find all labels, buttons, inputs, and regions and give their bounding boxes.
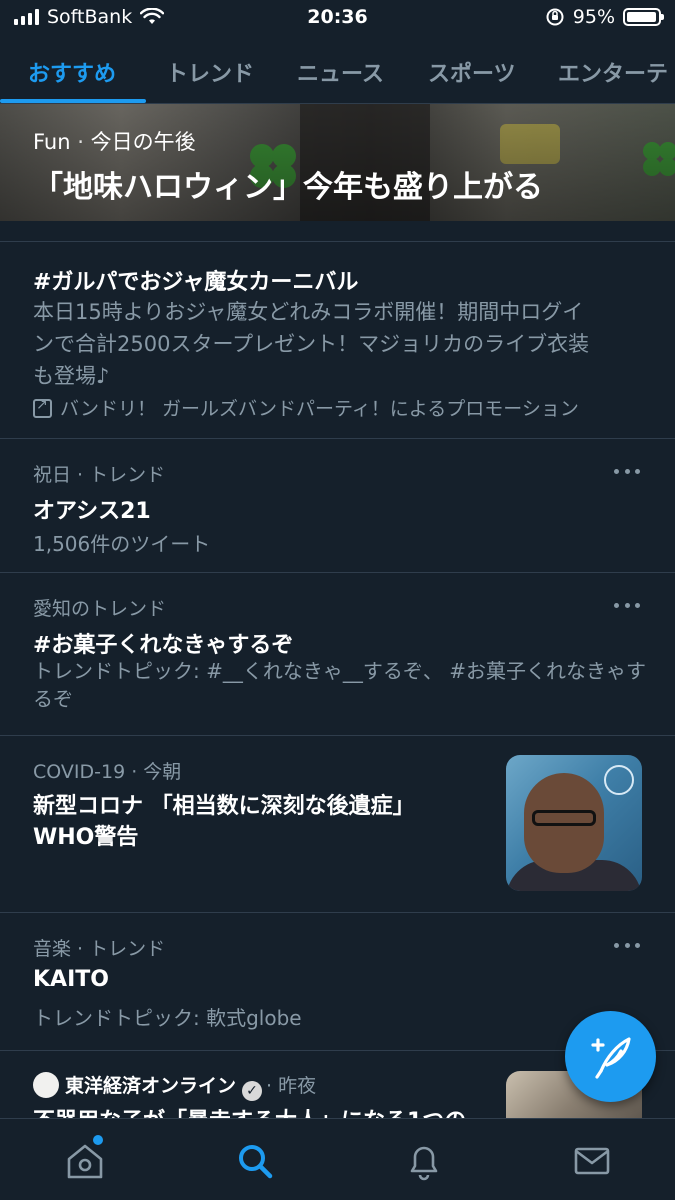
new-content-dot: [93, 1135, 103, 1145]
separator-dot: ·: [77, 130, 91, 154]
story-time: 昨夜: [278, 1075, 317, 1097]
active-tab-indicator: [0, 99, 146, 103]
promo-description-line: も登場♪: [33, 364, 110, 388]
status-bar: SoftBank 20:36 95%: [0, 0, 675, 34]
orientation-lock-icon: [546, 8, 564, 26]
promo-sponsor-text: バンドリ！ ガールズバンドパーティ！によるプロモーション: [60, 398, 579, 420]
battery-percent: 95%: [572, 6, 615, 28]
bottom-navigation: [0, 1118, 675, 1200]
mail-icon: [574, 1147, 610, 1175]
promoted-icon: [33, 397, 52, 418]
photo-glasses: [532, 810, 596, 826]
nav-notifications[interactable]: [402, 1139, 446, 1183]
trend-meta: 祝日 · トレンド: [33, 464, 166, 486]
compose-tweet-icon: [591, 1037, 631, 1079]
who-logo-icon: [604, 765, 634, 795]
explore-tabs: おすすめ トレンド ニュース スポーツ エンターテ: [0, 38, 675, 104]
story-title: 不器用な子が「暴走する大人」になる1つの: [33, 1103, 466, 1118]
more-options-icon[interactable]: [614, 603, 640, 611]
more-options-icon[interactable]: [614, 469, 640, 477]
tab-trends[interactable]: トレンド: [166, 56, 254, 88]
trend-topics-line: トレンドトピック: #__くれなきゃ__するぞ、 #お菓子くれなきゃす: [33, 659, 646, 683]
hero-meta: Fun · 今日の午後: [33, 126, 196, 156]
promo-description: 本日15時よりおジャ魔女どれみコラボ開催！期間中ログイ ンで合計2500スタープ…: [33, 296, 589, 392]
trend-item[interactable]: 愛知のトレンド #お菓子くれなきゃするぞ トレンドトピック: #__くれなきゃ_…: [0, 573, 675, 735]
promo-description-line: 本日15時よりおジャ魔女どれみコラボ開催！期間中ログイ: [33, 300, 584, 324]
verified-icon: ✓: [242, 1081, 263, 1101]
tab-sports[interactable]: スポーツ: [428, 56, 516, 88]
trend-title: オアシス21: [33, 499, 151, 524]
battery-icon: [623, 8, 664, 26]
story-title-line: WHO警告: [33, 825, 139, 850]
story-meta: COVID-19 · 今朝: [33, 761, 182, 783]
story-title-line: 新型コロナ 「相当数に深刻な後遺症」: [33, 794, 415, 819]
promo-description-line: ンで合計2500スタープレゼント！マジョリカのライブ衣装: [33, 332, 590, 356]
nav-messages[interactable]: [570, 1139, 614, 1183]
tweet-count: 1,506件のツイート: [33, 532, 211, 556]
promoted-trend[interactable]: #ガルパでおジャ魔女カーニバル 本日15時よりおジャ魔女どれみコラボ開催！期間中…: [0, 242, 675, 438]
story-category: COVID-19: [33, 761, 126, 783]
source-name: 東洋経済オンライン: [65, 1075, 237, 1097]
trend-meta: 音楽 · トレンド: [33, 938, 166, 960]
promo-sponsor: バンドリ！ ガールズバンドパーティ！によるプロモーション: [33, 394, 579, 421]
trend-title: #お菓子くれなきゃするぞ: [33, 633, 294, 658]
search-icon: [239, 1145, 273, 1179]
tab-news[interactable]: ニュース: [297, 56, 384, 88]
hero-story[interactable]: Fun · 今日の午後 「地味ハロウィン」今年も盛り上がる: [0, 104, 675, 221]
nav-home[interactable]: [63, 1135, 107, 1183]
trend-meta: 愛知のトレンド: [33, 598, 167, 620]
source-avatar: [33, 1072, 59, 1098]
more-options-icon[interactable]: [614, 943, 640, 951]
trend-topics: トレンドトピック: 軟式globe: [33, 1006, 302, 1030]
tab-entertainment[interactable]: エンターテ: [558, 56, 668, 88]
hero-time: 今日の午後: [90, 130, 196, 154]
bell-icon: [410, 1146, 438, 1181]
status-right: 95%: [545, 6, 664, 28]
story-title: 新型コロナ 「相当数に深刻な後遺症」 WHO警告: [33, 791, 415, 853]
home-icon: [67, 1144, 103, 1179]
promo-title: #ガルパでおジャ魔女カーニバル: [33, 270, 359, 295]
story-time: 今朝: [143, 761, 182, 783]
tab-recommended[interactable]: おすすめ: [28, 56, 116, 88]
nav-search[interactable]: [233, 1139, 277, 1183]
trend-title: KAITO: [33, 967, 109, 992]
hero-category: Fun: [33, 130, 71, 154]
compose-tweet-button[interactable]: [565, 1011, 656, 1102]
trend-item[interactable]: 祝日 · トレンド オアシス21 1,506件のツイート: [0, 439, 675, 572]
trend-topics: トレンドトピック: #__くれなきゃ__するぞ、 #お菓子くれなきゃす るぞ: [33, 657, 646, 713]
story-thumbnail[interactable]: [506, 755, 642, 891]
trend-topics-line: るぞ: [33, 687, 73, 711]
hero-title: 「地味ハロウィン」今年も盛り上がる: [33, 170, 543, 205]
story-meta: 東洋経済オンライン ✓ · 昨夜: [33, 1071, 316, 1101]
